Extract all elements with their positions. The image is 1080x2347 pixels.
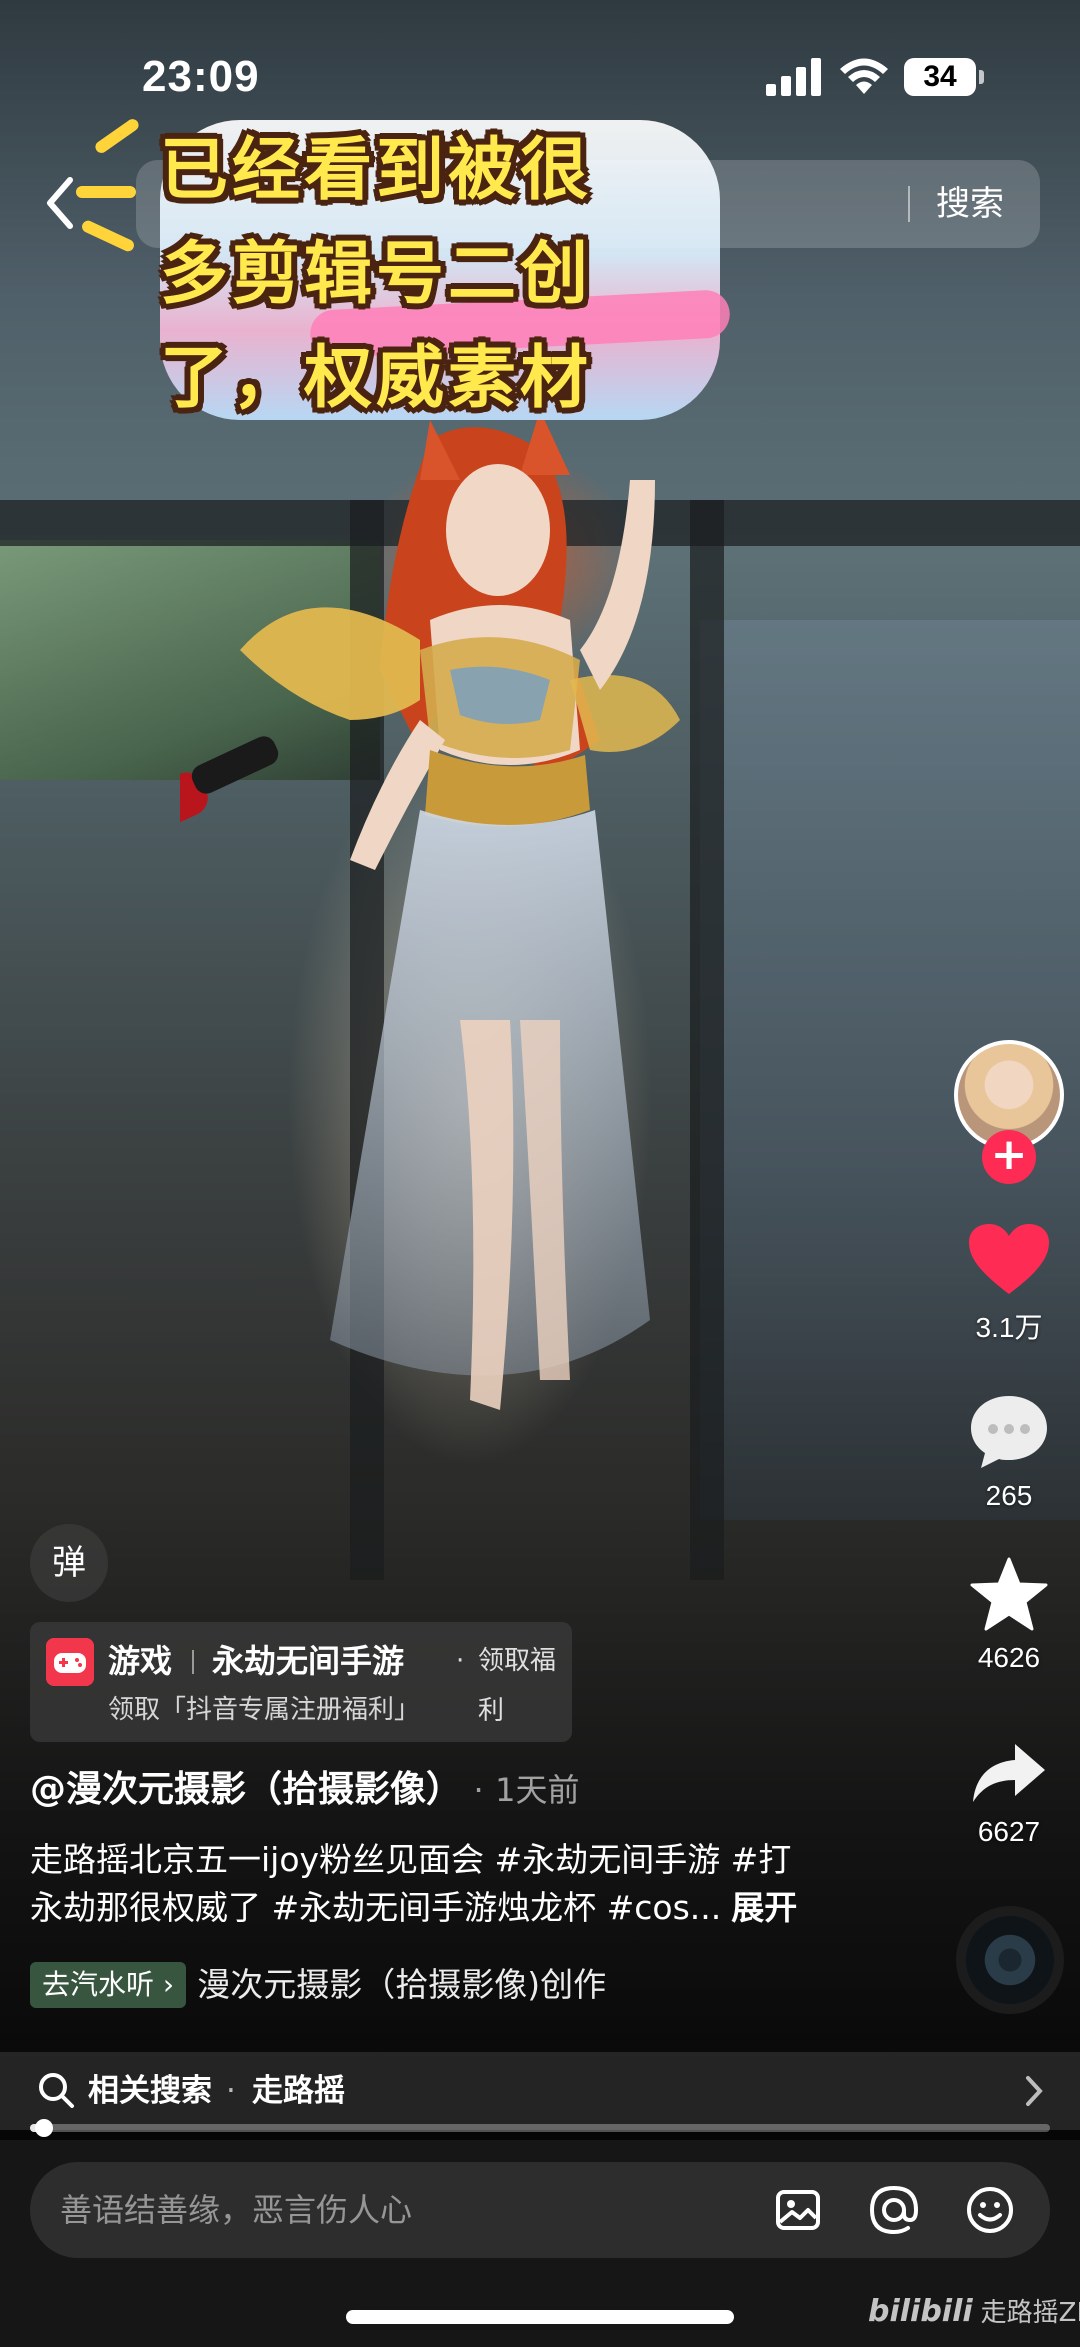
speech-bubble-icon — [971, 1396, 1047, 1468]
heart-icon — [969, 1224, 1049, 1294]
performer-figure — [180, 420, 680, 1410]
description-line: 永劫那很权威了 #永劫无间手游烛龙杯 #cos... — [30, 1888, 722, 1927]
game-anchor-card[interactable]: 游戏 永劫无间手游 · 领取福利 领取「抖音专属注册福利」 — [30, 1622, 572, 1742]
game-name: 永劫无间手游 — [212, 1642, 405, 1680]
at-sign-icon[interactable] — [866, 2182, 922, 2238]
expand-button[interactable]: 展开 — [731, 1888, 797, 1927]
related-search-bar[interactable]: 相关搜索 · 走路摇 — [0, 2052, 1080, 2130]
music-disc[interactable] — [956, 1906, 1064, 2014]
chevron-right-icon — [1026, 2076, 1043, 2106]
follow-button[interactable]: + — [982, 1130, 1036, 1184]
search-divider — [908, 186, 910, 222]
share-button[interactable]: 6627 — [950, 1738, 1068, 1848]
sticker-caption: 已经看到被很 多剪辑号二创 了，权威素材 — [76, 100, 731, 430]
bilibili-logo: bilibili — [868, 2294, 973, 2329]
sticker-line: 多剪辑号二创 — [160, 235, 593, 314]
wifi-icon — [840, 58, 888, 94]
post-time: 1天前 — [495, 1771, 580, 1809]
comment-count: 265 — [985, 1480, 1033, 1511]
sticker-line: 已经看到被很 — [160, 131, 593, 210]
star-icon — [970, 1557, 1048, 1631]
author-line: @漫次元摄影（拾摄影像） · 1天前 — [30, 1764, 579, 1816]
chevron-right-icon: › — [162, 1968, 175, 2001]
search-icon — [39, 2073, 74, 2108]
time-separator: · — [473, 1771, 484, 1809]
music-credit: 漫次元摄影（拾摄影像)创作 — [197, 1965, 607, 2004]
favorite-count: 4626 — [977, 1642, 1041, 1673]
home-indicator[interactable] — [346, 2310, 734, 2324]
comment-button[interactable]: 265 — [950, 1392, 1068, 1512]
emoji-icon[interactable] — [962, 2182, 1018, 2238]
back-button[interactable] — [32, 168, 88, 238]
author-name[interactable]: @漫次元摄影（拾摄影像） — [30, 1769, 462, 1810]
description-line-wrap: 永劫那很权威了 #永劫无间手游烛龙杯 #cos... 展开 — [30, 1884, 910, 1932]
video-progress-bar[interactable] — [30, 2119, 1050, 2137]
sparkle-decoration — [76, 186, 136, 198]
description-line: 走路摇北京五一ijoy粉丝见面会 #永劫无间手游 #打 — [30, 1840, 792, 1879]
image-icon[interactable] — [770, 2182, 826, 2238]
favorite-button[interactable]: 4626 — [950, 1556, 1068, 1674]
watermark-text: 走路摇ZLY — [980, 2298, 1080, 2328]
game-divider — [192, 1650, 194, 1674]
listen-tag-label: 去汽水听 — [42, 1968, 155, 2001]
post-description[interactable]: 走路摇北京五一ijoy粉丝见面会 #永劫无间手游 #打 永劫那很权威了 #永劫无… — [30, 1836, 910, 1932]
cellular-signal-icon — [766, 58, 821, 96]
listen-on-qishui-button[interactable]: 去汽水听 › — [30, 1962, 187, 2008]
related-search-dot: · — [226, 2073, 236, 2109]
share-count: 6627 — [977, 1816, 1041, 1847]
game-dot: · — [456, 1646, 465, 1676]
battery-icon: 34 — [904, 58, 984, 96]
game-category: 游戏 — [108, 1642, 173, 1680]
watermark: bilibili走路摇ZLY — [868, 2292, 1080, 2329]
claim-benefit-link[interactable]: 领取福利 — [478, 1636, 572, 1736]
sticker-line: 了，权威素材 — [160, 339, 593, 418]
status-time: 23:09 — [142, 52, 260, 101]
related-search-label: 相关搜索 — [88, 2073, 212, 2109]
search-button[interactable]: 搜索 — [936, 178, 1004, 230]
like-button[interactable]: 3.1万 — [950, 1222, 1068, 1346]
share-arrow-icon — [973, 1744, 1045, 1802]
gamepad-icon — [46, 1638, 94, 1686]
music-row: 去汽水听 › 漫次元摄影（拾摄影像)创作 — [30, 1962, 606, 2010]
like-count: 3.1万 — [975, 1312, 1043, 1343]
related-search-term: 走路摇 — [252, 2073, 345, 2109]
danmaku-toggle[interactable]: 弹 — [30, 1524, 108, 1602]
game-subtitle: 领取「抖音专属注册福利」 — [108, 1695, 421, 1725]
